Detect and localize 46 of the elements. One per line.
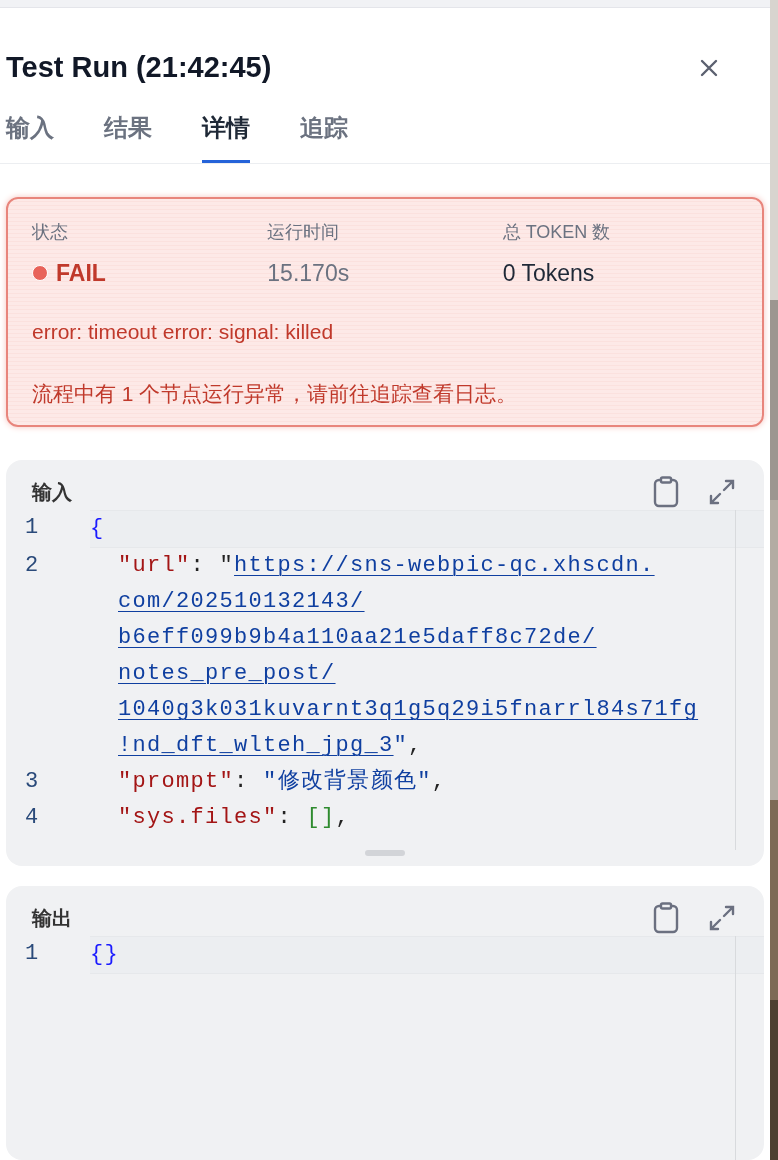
code-token: ": [393, 733, 409, 758]
code-token: {}: [90, 942, 119, 967]
code-token: "sys.files": [118, 805, 278, 830]
stat-value: 0 Tokens: [502, 258, 595, 288]
code-token: : ": [190, 553, 235, 578]
url-link[interactable]: 1040g3k031kuvarnt3q1g5q29i5fnarrl84s71fg: [118, 697, 699, 722]
error-message: 流程中有 1 个节点运行异常，请前往追踪查看日志。: [32, 380, 519, 407]
url-link[interactable]: b6eff099b9b4a110aa21e5daff8c72de/: [118, 625, 597, 650]
stat-label: 运行时间: [267, 220, 341, 244]
clipboard-icon[interactable]: [652, 902, 680, 934]
code-token: {: [90, 516, 105, 541]
stat-label: 总 TOKEN 数: [502, 220, 612, 244]
url-link[interactable]: com/202510132143/: [118, 589, 365, 614]
line-number: 4: [24, 804, 41, 832]
url-link[interactable]: !nd_dft_wlteh_jpg_3: [118, 733, 394, 758]
url-link[interactable]: https://sns-webpic-qc.xhscdn.: [234, 553, 655, 578]
url-link[interactable]: notes_pre_post/: [118, 661, 336, 686]
line-number: 1: [24, 940, 41, 968]
error-message: error: timeout error: signal: killed: [32, 319, 335, 345]
expand-icon[interactable]: [708, 478, 736, 506]
line-number: 2: [24, 552, 41, 580]
close-icon[interactable]: [700, 58, 718, 77]
panel-title: 输出: [32, 906, 72, 931]
tab[interactable]: 结果: [104, 109, 152, 163]
panel-title: 输入: [32, 480, 72, 505]
code-token: ,: [408, 733, 423, 758]
tab[interactable]: 详情: [202, 109, 250, 163]
code-token: "prompt": [118, 769, 235, 794]
stat-value: FAIL: [56, 258, 106, 288]
tab[interactable]: 追踪: [300, 109, 348, 163]
resize-handle[interactable]: [365, 850, 405, 856]
stat-label: 状态: [32, 220, 69, 244]
code-token: ,: [431, 769, 447, 794]
stat-value: 15.170s: [267, 258, 350, 288]
code-token: "url": [118, 553, 191, 578]
code-token: "修改背景颜色": [263, 769, 432, 794]
code-token: ,: [335, 805, 351, 830]
line-number: 3: [24, 768, 41, 796]
tab[interactable]: 输入: [6, 109, 54, 163]
clipboard-icon[interactable]: [652, 476, 680, 508]
expand-icon[interactable]: [708, 904, 736, 932]
code-token: :: [277, 805, 294, 830]
line-number: 1: [24, 514, 41, 542]
code-token: :: [234, 769, 250, 794]
panel-title: Test Run (21:42:45): [6, 50, 272, 85]
code-token: []: [306, 805, 336, 830]
